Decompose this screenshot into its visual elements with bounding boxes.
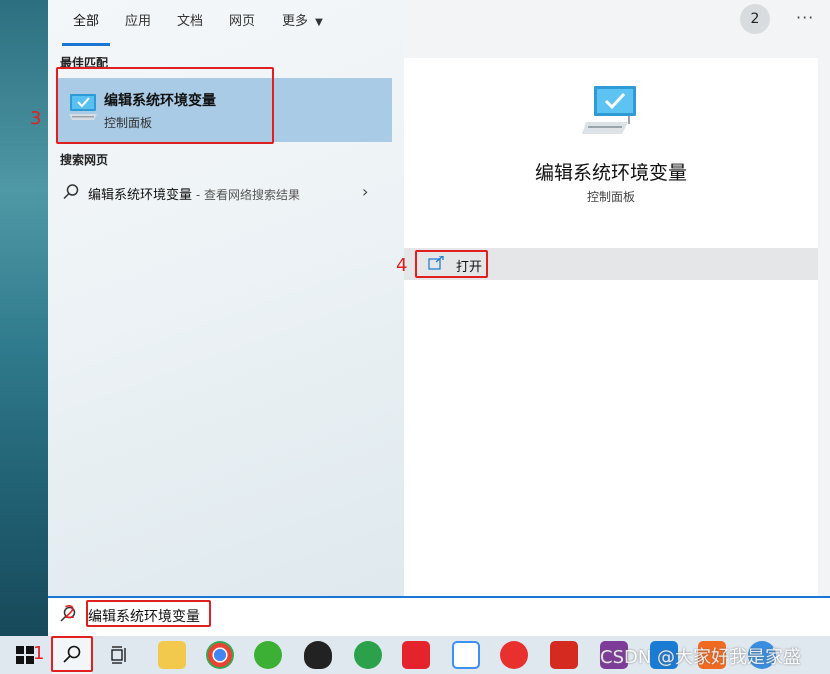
section-search-web: 搜索网页 — [60, 153, 109, 167]
best-match-subtitle: 控制面板 — [104, 116, 153, 130]
search-icon — [63, 645, 81, 663]
windows-start-icon[interactable] — [16, 646, 34, 664]
baidu-netdisk-icon[interactable] — [452, 641, 480, 669]
web-result-text: 编辑系统环境变量 - 查看网络搜索结果 — [88, 184, 300, 203]
section-best-match: 最佳匹配 — [60, 56, 109, 70]
web-result-suffix: - 查看网络搜索结果 — [192, 188, 300, 202]
open-action[interactable]: 打开 — [404, 248, 818, 280]
tab-more-label: 更多 — [282, 14, 309, 29]
annotation-label-3: 3 — [30, 108, 42, 129]
tab-documents[interactable]: 文档 — [177, 10, 203, 29]
control-panel-large-icon — [582, 86, 636, 134]
wps-icon[interactable] — [550, 641, 578, 669]
tab-all[interactable]: 全部 — [73, 10, 99, 29]
search-icon — [63, 184, 79, 200]
open-label: 打开 — [456, 260, 483, 275]
actions-panel: 打开 — [404, 234, 818, 596]
active-tab-indicator — [62, 43, 110, 46]
tab-web[interactable]: 网页 — [229, 10, 255, 29]
netease-music-icon[interactable] — [500, 641, 528, 669]
control-panel-icon — [69, 94, 97, 120]
ellipsis-icon[interactable]: ··· — [796, 8, 814, 27]
search-box[interactable]: 编辑系统环境变量 — [48, 596, 830, 634]
annotation-label-1: 1 — [33, 643, 45, 664]
search-filter-bar: 全部 应用 文档 网页 更多 ▼ 2 ··· ✕ — [48, 0, 830, 48]
search-input[interactable]: 编辑系统环境变量 — [88, 606, 200, 626]
tab-apps[interactable]: 应用 — [125, 10, 151, 29]
youdao-icon[interactable] — [402, 641, 430, 669]
file-explorer-icon[interactable] — [158, 641, 186, 669]
detail-title: 编辑系统环境变量 — [534, 162, 687, 184]
qq-icon[interactable] — [304, 641, 332, 669]
web-result-query: 编辑系统环境变量 — [88, 188, 193, 203]
annotation-label-2: 2 — [64, 602, 76, 623]
tab-more[interactable]: 更多 ▼ — [282, 10, 323, 29]
detail-card: 编辑系统环境变量 控制面板 — [404, 58, 818, 234]
best-match-item[interactable]: 编辑系统环境变量 控制面板 — [56, 78, 392, 142]
wechat-icon[interactable] — [254, 641, 282, 669]
watermark: CSDN @大家好我是家盛 — [600, 647, 802, 668]
evernote-icon[interactable] — [354, 641, 382, 669]
chevron-down-icon: ▼ — [315, 17, 323, 28]
best-match-title: 编辑系统环境变量 — [104, 93, 216, 109]
taskbar-search-button[interactable] — [52, 636, 92, 674]
desktop-wallpaper — [0, 0, 48, 636]
chrome-icon[interactable] — [206, 641, 234, 669]
task-view-icon[interactable] — [111, 646, 129, 664]
web-search-result[interactable]: 编辑系统环境变量 - 查看网络搜索结果 › — [56, 176, 392, 208]
rewards-badge[interactable]: 2 — [740, 4, 770, 34]
detail-subtitle: 控制面板 — [586, 190, 635, 204]
chevron-right-icon[interactable]: › — [362, 182, 368, 201]
annotation-label-4: 4 — [396, 255, 408, 276]
open-icon — [428, 256, 444, 270]
